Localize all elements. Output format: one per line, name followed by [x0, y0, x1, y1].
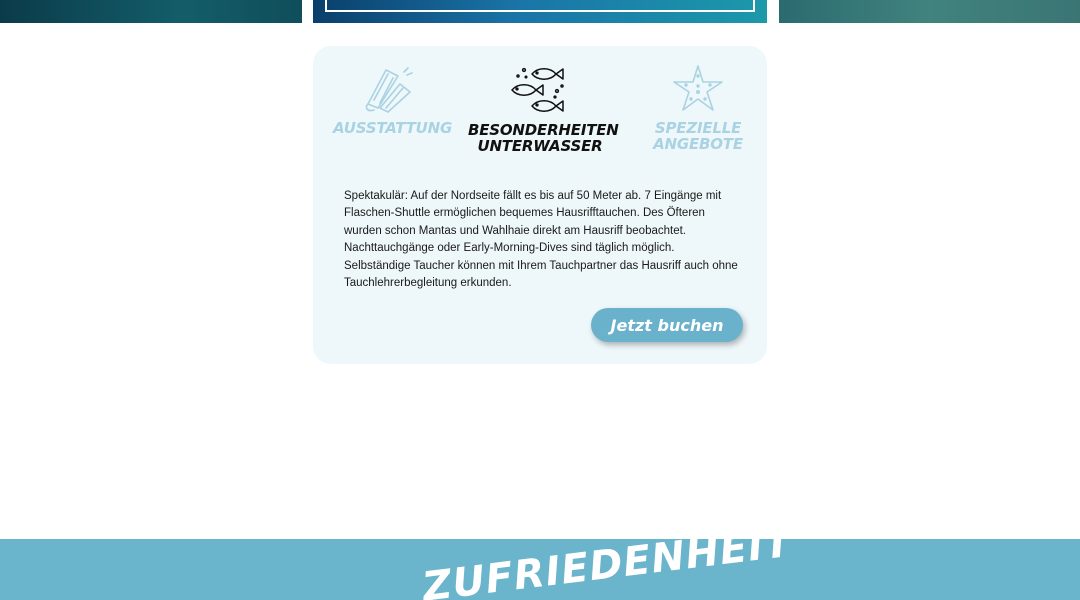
- description-line: Flaschen-Shuttle ermöglichen bequemes Ha…: [344, 207, 705, 220]
- description-line: Selbständige Taucher können mit Ihrem Ta…: [344, 259, 738, 272]
- hero-image-left[interactable]: [0, 0, 302, 23]
- starfish-icon: [643, 64, 753, 114]
- tab-underwater-label-line1: BESONDERHEITEN: [468, 121, 619, 139]
- tab-equipment-label: AUSSTATTUNG: [333, 119, 453, 137]
- tab-equipment[interactable]: AUSSTATTUNG: [333, 64, 453, 137]
- description-line: Spektakulär: Auf der Nordseite fällt es …: [344, 190, 722, 202]
- fins-icon: [333, 64, 443, 114]
- hero-image-center[interactable]: [313, 0, 767, 23]
- hero-image-frame: [325, 0, 755, 12]
- tab-offers-label-line2: ANGEBOTE: [653, 135, 743, 153]
- tab-bar: AUSSTATTUNG BESONDERHEITEN UNTERWASSER S…: [313, 46, 767, 176]
- info-card: AUSSTATTUNG BESONDERHEITEN UNTERWASSER S…: [313, 46, 767, 364]
- book-now-button[interactable]: Jetzt buchen: [591, 308, 743, 342]
- description-line: Tauchlehrerbegleitung erkunden.: [344, 277, 512, 290]
- hero-image-strip: [0, 0, 1080, 23]
- tab-offers[interactable]: SPEZIELLE ANGEBOTE: [643, 64, 753, 152]
- hero-image-right[interactable]: [779, 0, 1080, 23]
- tab-offers-label-line1: SPEZIELLE: [654, 119, 742, 137]
- satisfaction-heading: ZUFRIEDENHEIT: [420, 539, 795, 600]
- description-line: wurden schon Mantas und Wahlhaie direkt …: [344, 224, 686, 237]
- tab-underwater[interactable]: BESONDERHEITEN UNTERWASSER: [468, 64, 619, 155]
- description-line: Nachttauchgänge oder Early-Morning-Dives…: [344, 242, 675, 255]
- satisfaction-section: ZUFRIEDENHEIT: [0, 539, 1080, 600]
- tab-content-description: Spektakulär: Auf der Nordseite fällt es …: [344, 188, 744, 292]
- tab-underwater-label-line2: UNTERWASSER: [477, 137, 603, 155]
- fish-icon: [468, 64, 612, 116]
